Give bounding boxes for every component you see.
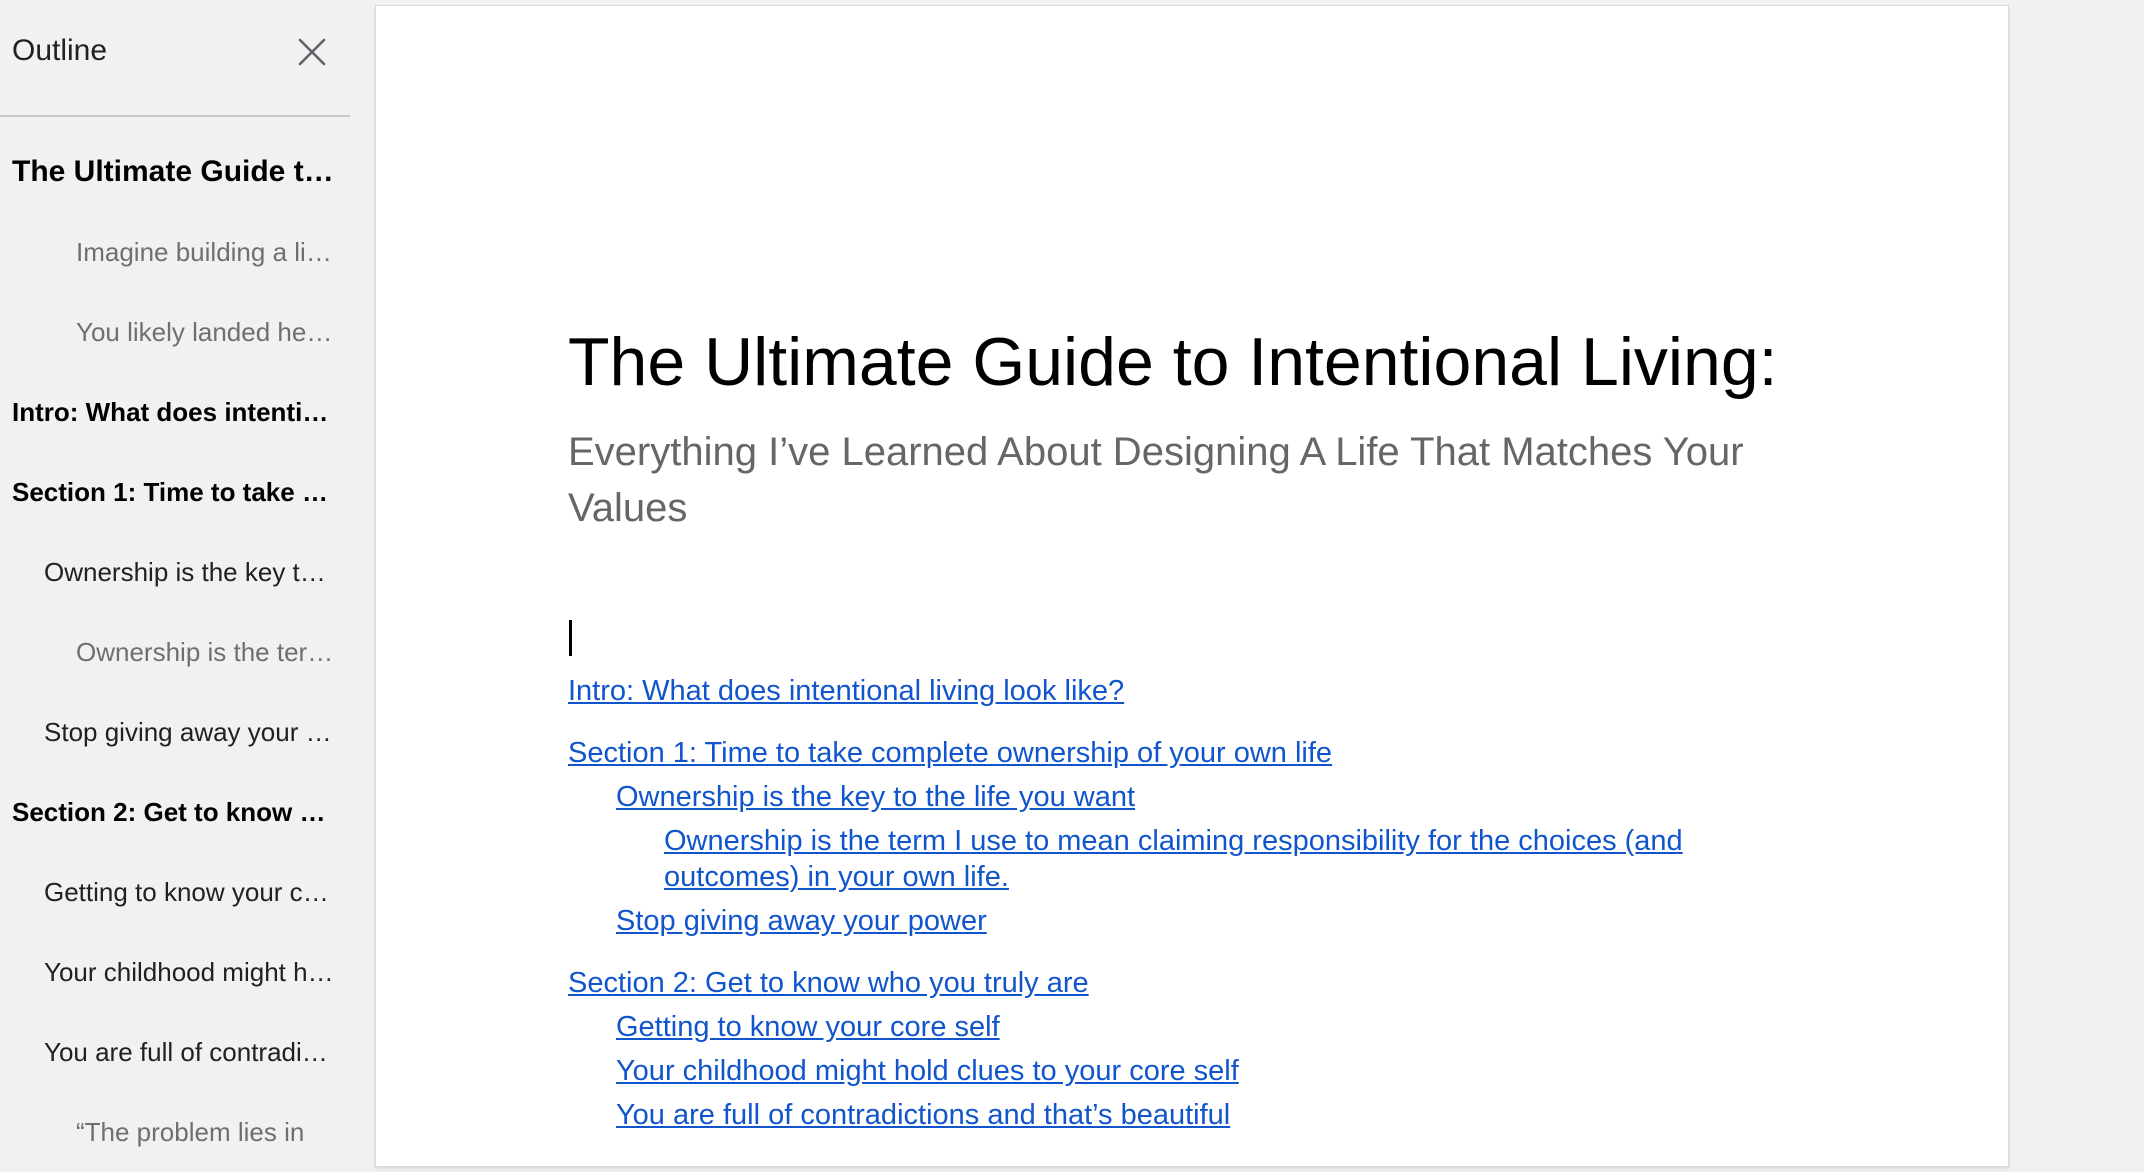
toc-link-section-1[interactable]: Section 1: Time to take complete ownersh… xyxy=(568,735,1668,771)
outline-item[interactable]: Ownership is the term I use to mean clai… xyxy=(76,612,334,692)
outline-item[interactable]: You likely landed here because xyxy=(76,292,334,372)
toc-link[interactable]: Your childhood might hold clues to your … xyxy=(616,1053,1666,1089)
outline-header: Outline xyxy=(0,0,350,117)
outline-panel: Outline The Ultimate Guide to Intentiona… xyxy=(0,0,350,1154)
outline-item[interactable]: Ownership is the key to the life you wan… xyxy=(44,532,334,612)
outline-item-section-1[interactable]: Section 1: Time to take complete ownersh… xyxy=(12,452,338,532)
document-subtitle: Everything I’ve Learned About Designing … xyxy=(568,430,1744,530)
document-title: The Ultimate Guide to Intentional Living… xyxy=(568,324,1778,400)
outline-item[interactable]: You are full of contradictions and that’… xyxy=(44,1012,334,1092)
outline-item-document-title[interactable]: The Ultimate Guide to Intentional Living… xyxy=(12,132,338,212)
toc-link-section-2[interactable]: Section 2: Get to know who you truly are xyxy=(568,965,1668,1001)
outline-item[interactable]: Getting to know your core self xyxy=(44,852,334,932)
outline-item[interactable]: Stop giving away your power xyxy=(44,692,334,772)
outline-item[interactable]: Imagine building a life that reflects yo… xyxy=(76,212,334,292)
toc-link[interactable]: You are full of contradictions and that’… xyxy=(616,1097,1666,1133)
outline-item[interactable]: Your childhood might hold clues to your … xyxy=(44,932,334,1012)
outline-title: Outline xyxy=(12,34,108,67)
text-cursor xyxy=(569,620,572,656)
toc-link[interactable]: Ownership is the term I use to mean clai… xyxy=(664,823,1714,895)
outline-item[interactable]: “The problem lies in xyxy=(76,1092,334,1172)
outline-item-section-2[interactable]: Section 2: Get to know who you truly are xyxy=(12,772,338,852)
toc-link[interactable]: Getting to know your core self xyxy=(616,1009,1666,1045)
document-page[interactable]: The Ultimate Guide to Intentional Living… xyxy=(376,6,2008,1166)
outline-item-intro[interactable]: Intro: What does intentional living look… xyxy=(12,372,338,452)
close-icon[interactable] xyxy=(294,34,330,70)
toc-link[interactable]: Ownership is the key to the life you wan… xyxy=(616,779,1666,815)
toc-link-intro[interactable]: Intro: What does intentional living look… xyxy=(568,673,1668,709)
toc-link[interactable]: Stop giving away your power xyxy=(616,903,1666,939)
